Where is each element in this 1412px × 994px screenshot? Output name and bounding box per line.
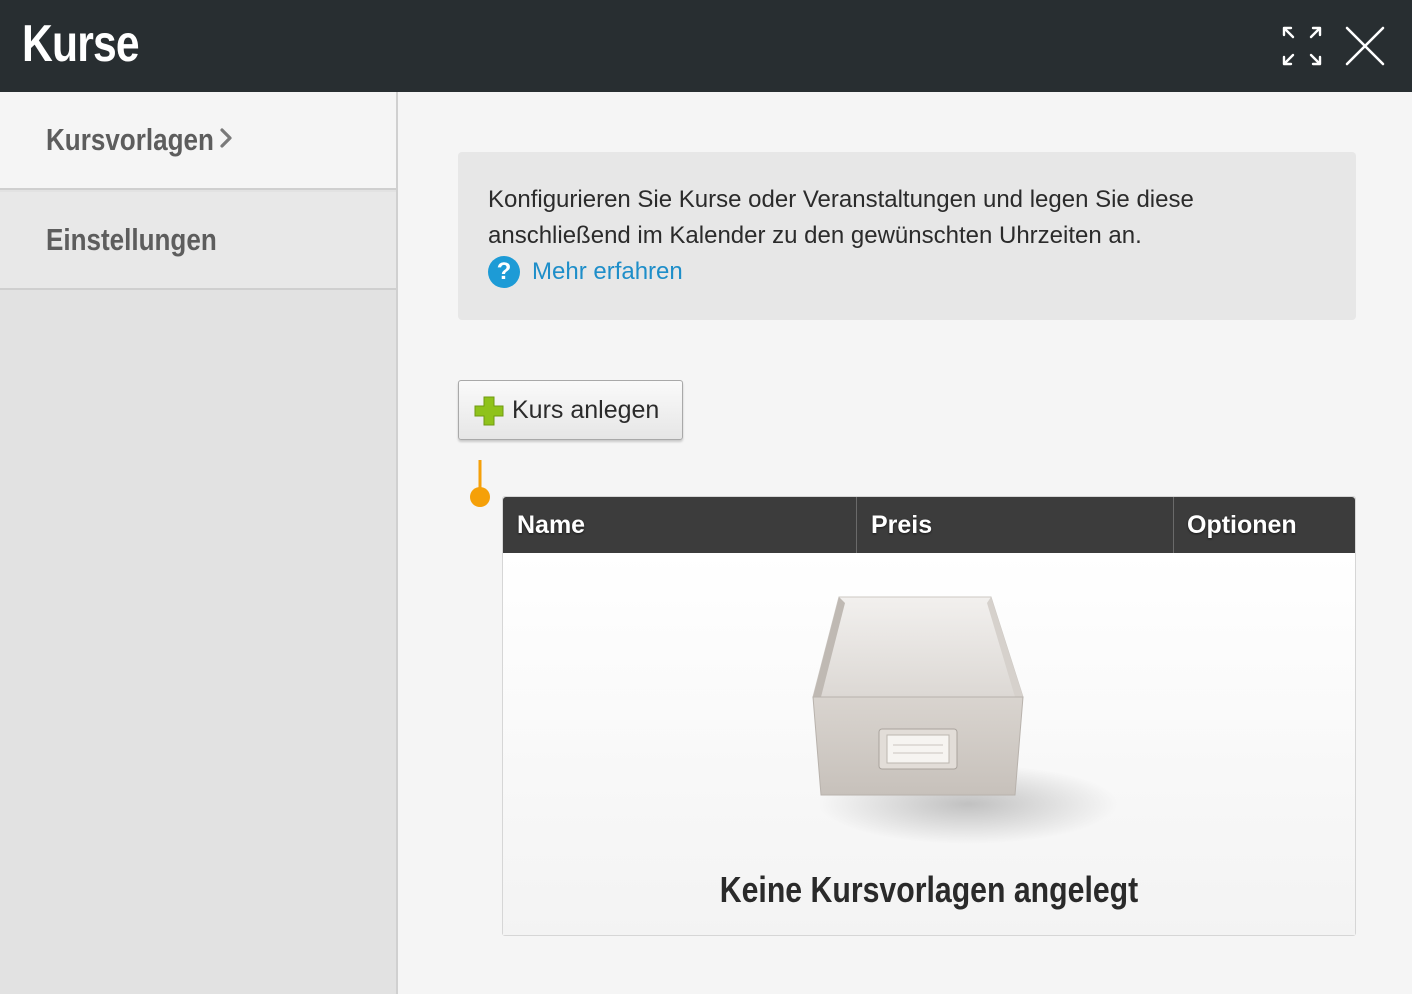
course-table: Name Preis Optionen Keine Kursvorlagen a… [502, 496, 1356, 936]
sidebar-item-label: Einstellungen [46, 222, 217, 257]
plus-icon [474, 396, 504, 426]
column-header-preis[interactable]: Preis [856, 497, 1172, 553]
add-course-button[interactable]: Kurs anlegen [458, 380, 683, 440]
more-info-link[interactable]: ? Mehr erfahren [488, 256, 683, 288]
table-body-empty-state: Keine Kursvorlagen angelegt [503, 553, 1355, 935]
add-course-label: Kurs anlegen [512, 396, 660, 424]
expand-button[interactable] [1280, 24, 1324, 68]
sidebar-item-kursvorlagen[interactable]: Kursvorlagen [0, 92, 396, 190]
page-title: Kurse [22, 15, 140, 73]
chevron-right-icon [220, 128, 232, 148]
expand-arrows-icon [1282, 26, 1322, 66]
empty-drawer-icon [812, 596, 1118, 844]
more-info-link-text: Mehr erfahren [532, 258, 683, 285]
title-bar: Kurse [0, 0, 1412, 92]
tour-marker-icon [470, 460, 490, 507]
sidebar-item-label: Kursvorlagen [46, 122, 214, 157]
info-text: Konfigurieren Sie Kurse oder Veranstaltu… [488, 186, 1194, 249]
close-button[interactable] [1343, 24, 1387, 68]
empty-state-message: Keine Kursvorlagen angelegt [719, 869, 1139, 910]
column-header-name[interactable]: Name [503, 497, 855, 553]
table-header: Name Preis Optionen [503, 497, 1355, 553]
sidebar: Kursvorlagen Einstellungen [0, 92, 398, 994]
help-icon: ? [488, 256, 520, 288]
sidebar-item-einstellungen[interactable]: Einstellungen [0, 192, 396, 290]
info-box: Konfigurieren Sie Kurse oder Veranstaltu… [458, 152, 1356, 320]
close-x-icon [1345, 26, 1385, 66]
column-header-optionen[interactable]: Optionen [1173, 497, 1355, 553]
